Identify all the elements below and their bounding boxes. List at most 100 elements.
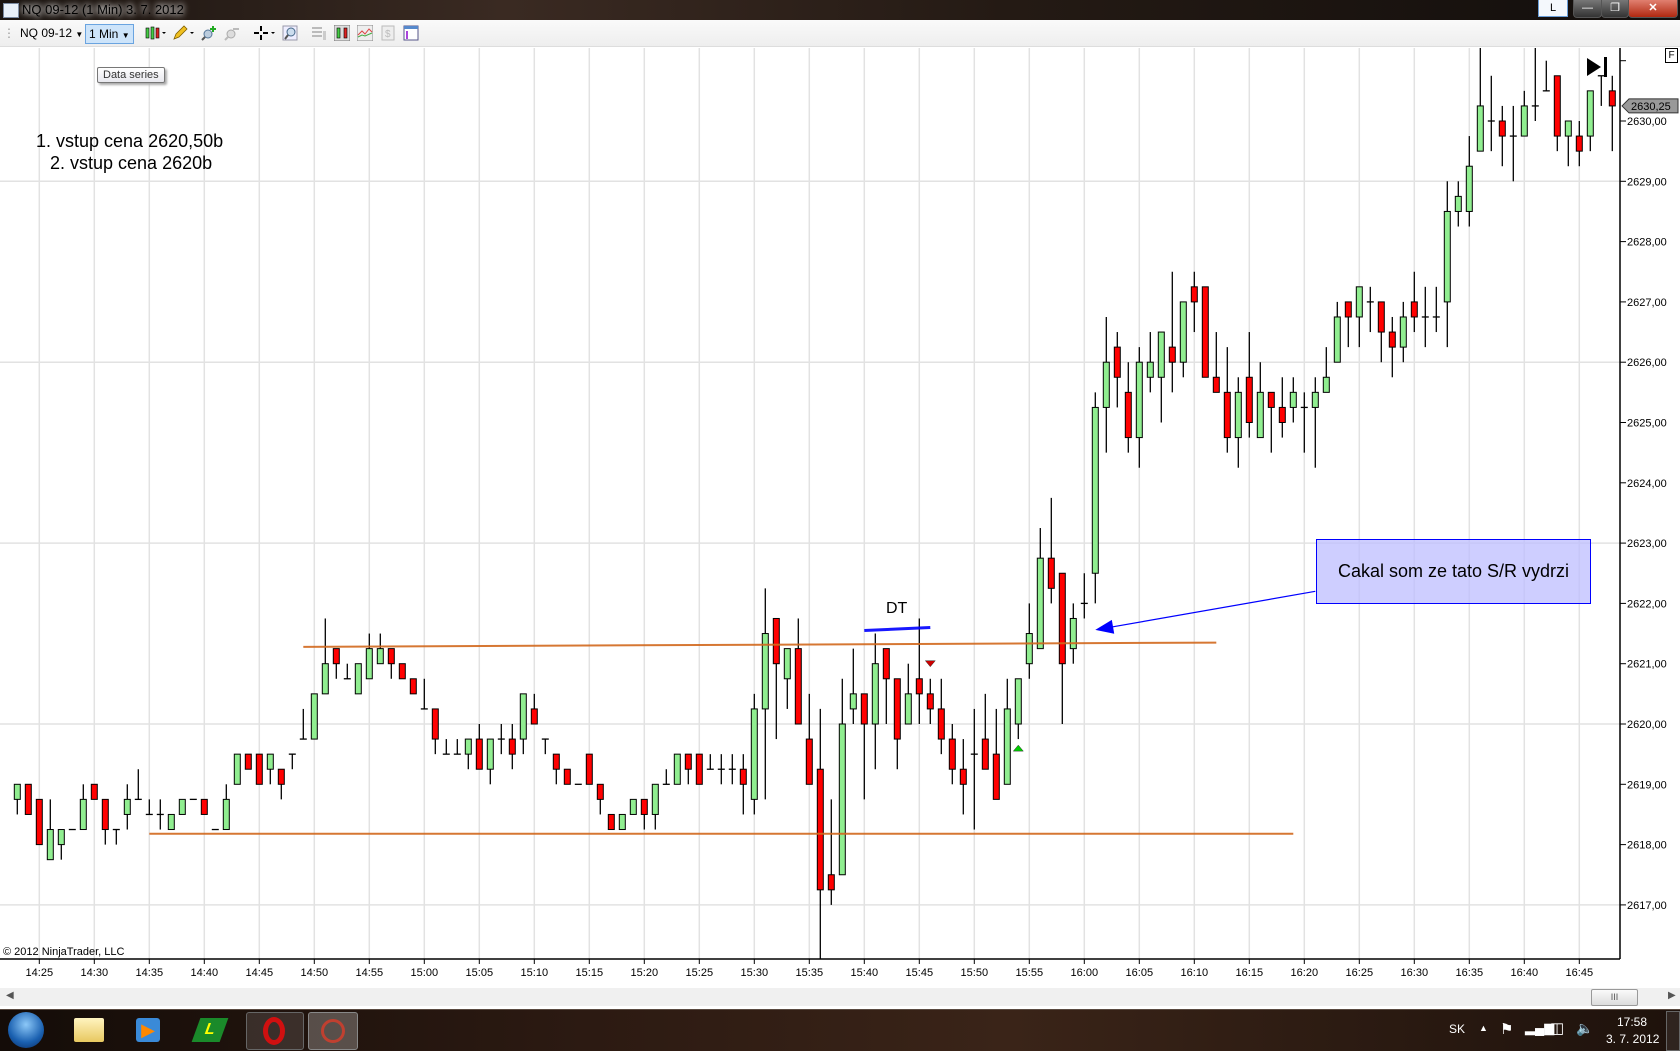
- volume-icon[interactable]: 🔈: [1576, 1020, 1593, 1037]
- candle: [1443, 181, 1451, 348]
- candle: [739, 754, 747, 815]
- candle-body: [486, 738, 494, 770]
- candle: [1388, 316, 1396, 378]
- power-plug-icon[interactable]: ◫: [1550, 1019, 1564, 1037]
- clock-time[interactable]: 17:58: [1617, 1015, 1647, 1029]
- candle-body: [992, 753, 1000, 800]
- time-tick-label: 15:40: [851, 967, 879, 979]
- price-tick-label: 2627,00: [1627, 297, 1667, 309]
- price-tick-label: 2618,00: [1627, 840, 1667, 852]
- candle: [101, 798, 109, 845]
- horizontal-scrollbar[interactable]: ◀ III ▶: [0, 988, 1680, 1006]
- candle: [1058, 572, 1066, 724]
- price-tick-label: 2620,00: [1627, 719, 1667, 731]
- time-tick-label: 15:50: [961, 967, 989, 979]
- candle: [1377, 301, 1385, 363]
- clock-date[interactable]: 3. 7. 2012: [1606, 1032, 1659, 1046]
- candle: [486, 738, 494, 785]
- f-badge[interactable]: F: [1665, 48, 1678, 63]
- scroll-to-end-icon[interactable]: [1586, 56, 1610, 78]
- candle: [1608, 75, 1616, 152]
- candle: [167, 813, 175, 831]
- start-button[interactable]: [8, 1012, 44, 1048]
- price-tick-label: 2626,00: [1627, 357, 1667, 369]
- time-tick-label: 15:20: [631, 967, 659, 979]
- candle-body: [805, 738, 813, 785]
- scroll-thumb[interactable]: III: [1591, 989, 1638, 1006]
- price-tick-label: 2622,00: [1627, 598, 1667, 610]
- candle-body: [167, 813, 175, 831]
- windows-taskbar: ▶ L SK ▲ ⚑ ▂▄▆ ◫ 🔈 17:58 3. 7. 2012: [0, 1009, 1680, 1051]
- candle-body: [860, 693, 868, 725]
- candle-body: [1025, 633, 1033, 665]
- candle-body: [1003, 708, 1011, 785]
- candle-body: [1113, 346, 1121, 378]
- candle: [112, 828, 120, 845]
- candle-body: [871, 663, 879, 725]
- candle-body: [310, 693, 318, 740]
- candle-body: [233, 753, 241, 785]
- candle: [409, 678, 417, 695]
- candle-body: [1146, 361, 1154, 378]
- candle-body: [1410, 301, 1418, 318]
- candle: [893, 678, 901, 770]
- candle-body: [673, 753, 681, 785]
- time-tick-label: 15:35: [796, 967, 824, 979]
- time-tick-label: 14:55: [356, 967, 384, 979]
- annotation-arrow-line: [1109, 590, 1316, 629]
- candle: [607, 813, 615, 831]
- candle: [222, 784, 230, 831]
- scroll-left-arrow-icon[interactable]: ◀: [6, 990, 14, 1001]
- candle: [1553, 75, 1561, 152]
- action-center-flag-icon[interactable]: ⚑: [1500, 1020, 1513, 1038]
- price-tick-label: 2630,00: [1627, 116, 1667, 128]
- candle: [57, 829, 65, 860]
- taskbar-media-player-button[interactable]: ▶: [122, 1012, 174, 1048]
- candle-body: [365, 648, 373, 680]
- language-indicator[interactable]: SK: [1449, 1022, 1465, 1036]
- folder-icon: [74, 1018, 104, 1042]
- candle: [563, 768, 571, 785]
- candle-body: [1564, 120, 1572, 137]
- show-hidden-icons-icon[interactable]: ▲: [1479, 1023, 1488, 1033]
- taskbar-opera-button[interactable]: [246, 1012, 304, 1050]
- candle: [1256, 362, 1264, 439]
- taskbar-explorer-button[interactable]: [64, 1012, 116, 1048]
- scroll-right-arrow-icon[interactable]: ▶: [1668, 990, 1676, 1001]
- candle: [794, 618, 802, 725]
- candle-body: [1575, 135, 1583, 152]
- candle: [200, 798, 208, 815]
- candle: [827, 799, 835, 905]
- time-tick-label: 15:05: [466, 967, 494, 979]
- candle-body: [1234, 391, 1242, 439]
- taskbar-dictionary-button[interactable]: L: [186, 1012, 238, 1048]
- show-desktop-button[interactable]: [1666, 1011, 1680, 1051]
- candle-body: [431, 708, 439, 740]
- candle: [992, 708, 1000, 800]
- candle-body: [981, 738, 989, 770]
- candle-body: [1322, 376, 1330, 393]
- candle: [871, 633, 879, 770]
- candle-body: [1091, 406, 1099, 574]
- candle: [277, 768, 285, 800]
- candle: [343, 663, 351, 680]
- candle-body: [1190, 286, 1198, 303]
- candle-body: [794, 648, 802, 725]
- candle: [1080, 573, 1088, 619]
- candle: [1366, 286, 1374, 333]
- candle: [508, 724, 516, 770]
- candle: [959, 739, 967, 815]
- candle: [882, 648, 890, 724]
- candle: [1124, 362, 1132, 453]
- candle: [1234, 377, 1242, 468]
- candle-body: [376, 648, 384, 665]
- taskbar-ninjatrader-button[interactable]: [308, 1012, 358, 1050]
- candle: [321, 618, 329, 695]
- candle: [134, 769, 142, 801]
- candle-body: [1498, 120, 1506, 137]
- sr-comment-textbox[interactable]: Cakal som ze tato S/R vydrzi: [1316, 539, 1591, 604]
- candle: [376, 633, 384, 665]
- candle: [1520, 90, 1528, 137]
- candle-body: [255, 753, 263, 785]
- price-chart[interactable]: 2617,00 2618,00 2619,00 2620,00 2621,00 2622,…: [0, 0, 1680, 1050]
